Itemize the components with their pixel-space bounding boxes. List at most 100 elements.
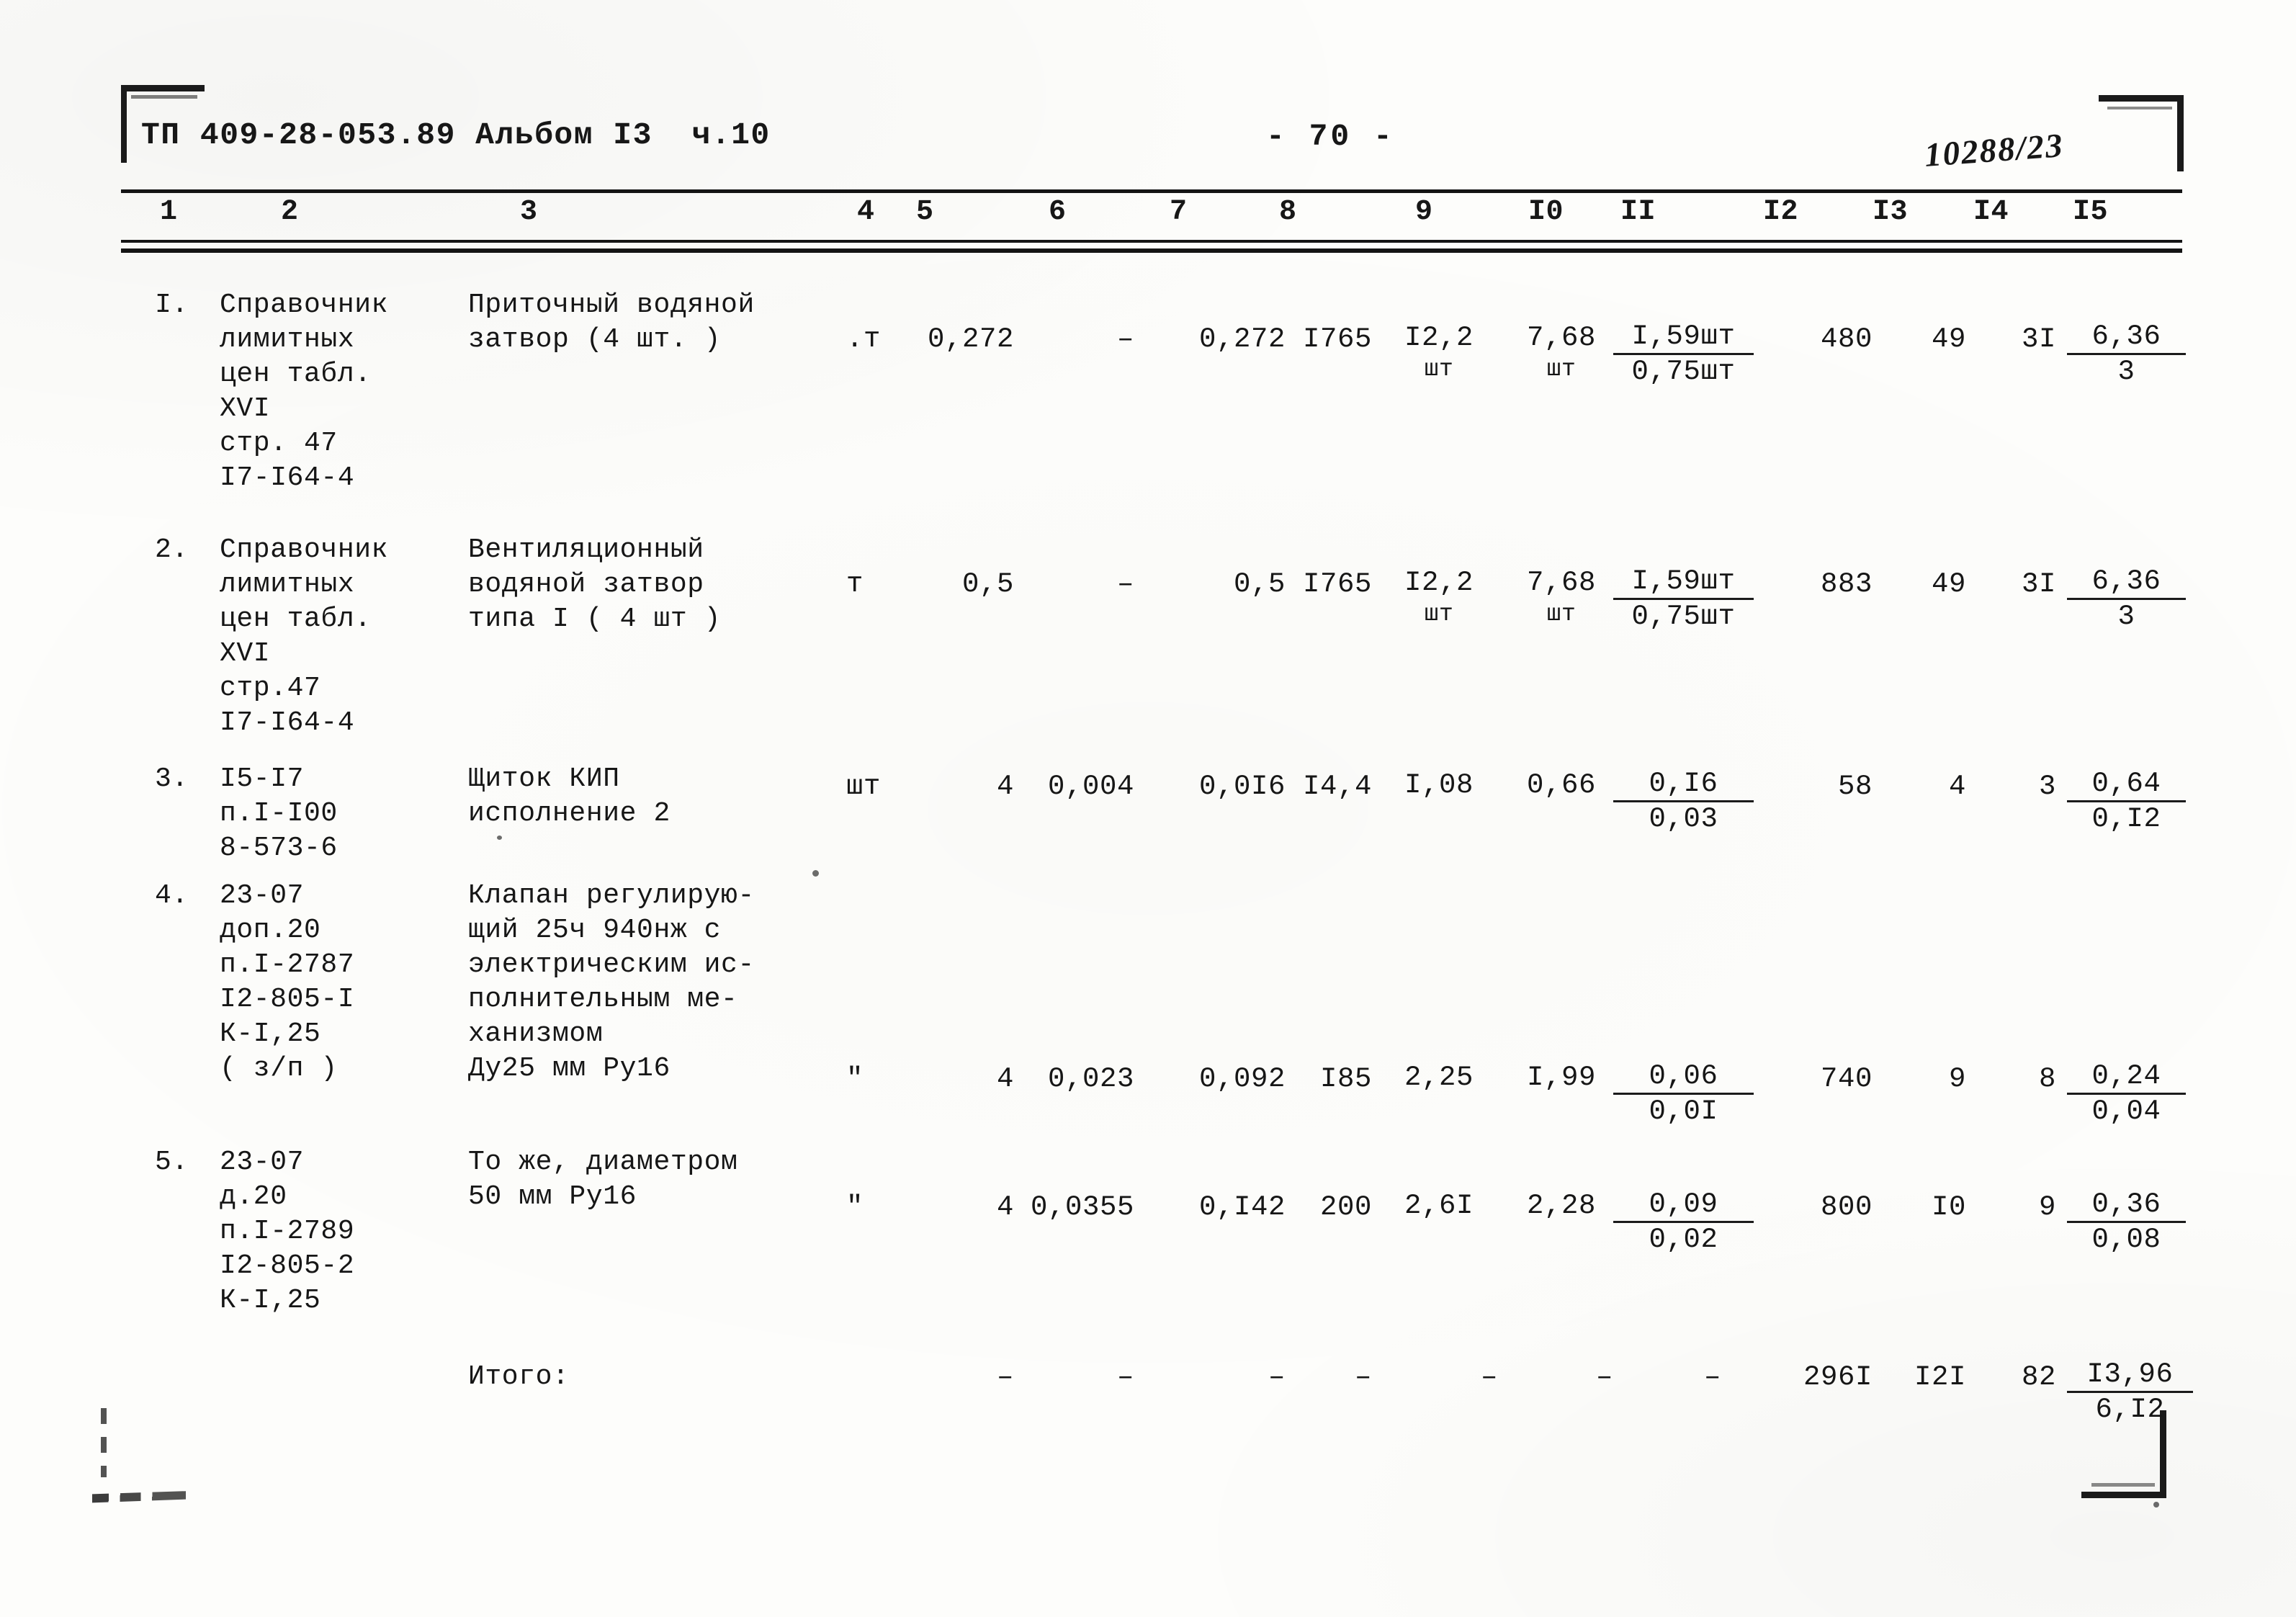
row-machine-cost-unit: шт <box>1546 356 1577 382</box>
reference-line: I2-805-2 <box>220 1250 355 1281</box>
reference-line: ( з/п ) <box>220 1053 338 1084</box>
reference-line: д.20 <box>220 1181 287 1212</box>
scan-speck <box>2153 1502 2159 1508</box>
row-norm-hours-fraction-numerator: 6,36 <box>2091 565 2161 597</box>
row-quantity: 4 <box>996 771 1014 802</box>
row-labour-cost-value: I2,2 <box>1404 322 1474 354</box>
row-norm-fraction-numerator: 0,09 <box>1649 1188 1718 1220</box>
description-line: Ду25 мм Ру16 <box>468 1053 671 1084</box>
description-line: щий 25ч 940нж с <box>468 915 722 946</box>
row-labour-cost-value: 2,6I <box>1404 1190 1474 1222</box>
row-norm-fraction-bar <box>1613 1221 1754 1223</box>
row-total-cost: 58 <box>1837 771 1873 802</box>
total-unit-price: – <box>1354 1361 1372 1393</box>
row-total-labour: 49 <box>1931 323 1966 355</box>
row-labour-cost-value: I,08 <box>1404 769 1474 801</box>
description-line: электрическим ис- <box>468 949 755 980</box>
scanned-page: ТП 409-28-053.89 Альбом I3 ч.10 - 70 - 1… <box>0 0 2296 1617</box>
page-edge-mark <box>101 1408 107 1477</box>
row-norm-hours-fraction-numerator: 0,24 <box>2091 1060 2161 1092</box>
row-unit-price: I765 <box>1302 323 1372 355</box>
row-labour-cost: I2,2 шт <box>1404 322 1474 385</box>
row-norm-hours-fraction-bar <box>2067 353 2186 355</box>
row-total-machine: 8 <box>2038 1063 2056 1095</box>
reference-line: цен табл. <box>220 359 372 390</box>
reference-line: стр.47 <box>220 673 321 704</box>
reference-line: К-I,25 <box>220 1285 321 1316</box>
row-norm-fraction-denominator: 0,0I <box>1649 1096 1718 1127</box>
row-norm-fraction-denominator: 0,75шт <box>1631 601 1736 632</box>
table-row-description: Вентиляционный водяной затвор типа I ( 4 ш… <box>468 533 721 637</box>
row-norm-hours-fraction: 6,36 3 <box>2067 321 2186 388</box>
row-norm-hours-fraction-numerator: 0,36 <box>2091 1188 2161 1220</box>
scan-speck <box>812 870 819 877</box>
row-index: 5. <box>155 1147 189 1178</box>
row-norm-hours-fraction-bar <box>2067 800 2186 802</box>
row-norm-hours-fraction-denominator: 0,04 <box>2091 1096 2161 1127</box>
row-norm-hours-fraction-denominator: 0,I2 <box>2091 803 2161 835</box>
row-norm-fraction-denominator: 0,75шт <box>1631 356 1736 388</box>
row-unit-weight: – <box>1116 323 1134 355</box>
row-norm-hours-fraction-bar <box>2067 1093 2186 1095</box>
row-norm-hours-fraction: 0,64 0,I2 <box>2067 768 2186 835</box>
description-line: водяной затвор <box>468 569 704 600</box>
row-unit: шт <box>846 771 882 802</box>
row-norm-hours-fraction-bar <box>2067 598 2186 600</box>
table-row-reference: 23-07 доп.20 п.I-2787 I2-805-I К-I,25 ( з/п ) <box>220 879 354 1086</box>
reference-line: К-I,25 <box>220 1018 321 1049</box>
total-labour: I2I <box>1914 1361 1966 1393</box>
row-norm-fraction: I,59шт 0,75шт <box>1613 321 1754 388</box>
row-norm-fraction: I,59шт 0,75шт <box>1613 565 1754 632</box>
row-norm-hours-fraction-denominator: 3 <box>2117 601 2135 632</box>
total-label: Итого: <box>468 1361 570 1392</box>
row-total-cost: 883 <box>1820 568 1873 600</box>
row-labour-cost-unit: шт <box>1424 356 1454 382</box>
table-row-description: Щиток КИП исполнение 2 <box>468 762 671 831</box>
row-quantity: 0,5 <box>961 568 1014 600</box>
total-labour-cost: – <box>1480 1361 1498 1393</box>
row-index: I. <box>155 290 189 321</box>
row-machine-cost: 2,28 <box>1527 1190 1596 1222</box>
total-norm-hours-fraction-denominator: 6,I2 <box>2095 1394 2165 1425</box>
description-line: То же, диаметром <box>468 1147 738 1178</box>
row-index: 3. <box>155 763 189 794</box>
row-unit-weight: – <box>1116 568 1134 600</box>
row-unit: .т <box>846 323 882 355</box>
row-labour-cost-value: I2,2 <box>1404 567 1474 599</box>
row-norm-fraction-numerator: 0,06 <box>1649 1060 1718 1092</box>
row-norm-fraction-numerator: I,59шт <box>1631 565 1736 597</box>
total-cost: 296I <box>1803 1361 1873 1393</box>
reference-line: доп.20 <box>220 915 321 946</box>
row-norm-fraction: 0,I6 0,03 <box>1613 768 1754 835</box>
table-body: I. Справочник лимитных цен табл. ХVI стр. 47 I… <box>0 0 2296 1617</box>
scan-speck <box>497 836 502 840</box>
row-total-labour: I0 <box>1931 1191 1966 1223</box>
row-norm-fraction-denominator: 0,03 <box>1649 803 1718 835</box>
row-total-labour: 4 <box>1948 771 1966 802</box>
row-norm-fraction-bar <box>1613 800 1754 802</box>
row-machine-cost-value: 7,68 <box>1527 322 1597 354</box>
row-total-cost: 800 <box>1820 1191 1873 1223</box>
row-norm-hours-fraction: 0,24 0,04 <box>2067 1060 2186 1127</box>
row-labour-cost: I,08 <box>1404 769 1474 801</box>
reference-line: лимитных <box>220 569 355 600</box>
row-total-machine: 3I <box>2021 323 2056 355</box>
row-norm-fraction-numerator: 0,I6 <box>1649 768 1718 799</box>
row-labour-cost: 2,25 <box>1404 1062 1474 1093</box>
row-unit-weight: 0,0355 <box>1030 1191 1134 1223</box>
row-total-labour: 9 <box>1948 1063 1966 1095</box>
reference-line: I5-I7 <box>220 763 305 794</box>
row-labour-cost-unit: шт <box>1424 601 1454 627</box>
table-row-reference: I5-I7 п.I-I00 8-573-6 <box>220 762 338 866</box>
description-line: Клапан регулирую- <box>468 880 755 911</box>
total-unit-weight: – <box>1116 1361 1134 1393</box>
row-unit: т <box>846 568 864 600</box>
description-line: Щиток КИП <box>468 763 620 794</box>
table-row-reference: Справочник лимитных цен табл. ХVI стр. 47 I7-… <box>220 288 388 496</box>
description-line: Приточный водяной <box>468 290 755 321</box>
reference-line: 23-07 <box>220 880 305 911</box>
row-machine-cost-unit: шт <box>1546 601 1577 627</box>
row-labour-cost-value: 2,25 <box>1404 1062 1474 1093</box>
reference-line: стр. 47 <box>220 428 338 459</box>
description-line: затвор (4 шт. ) <box>468 324 722 355</box>
